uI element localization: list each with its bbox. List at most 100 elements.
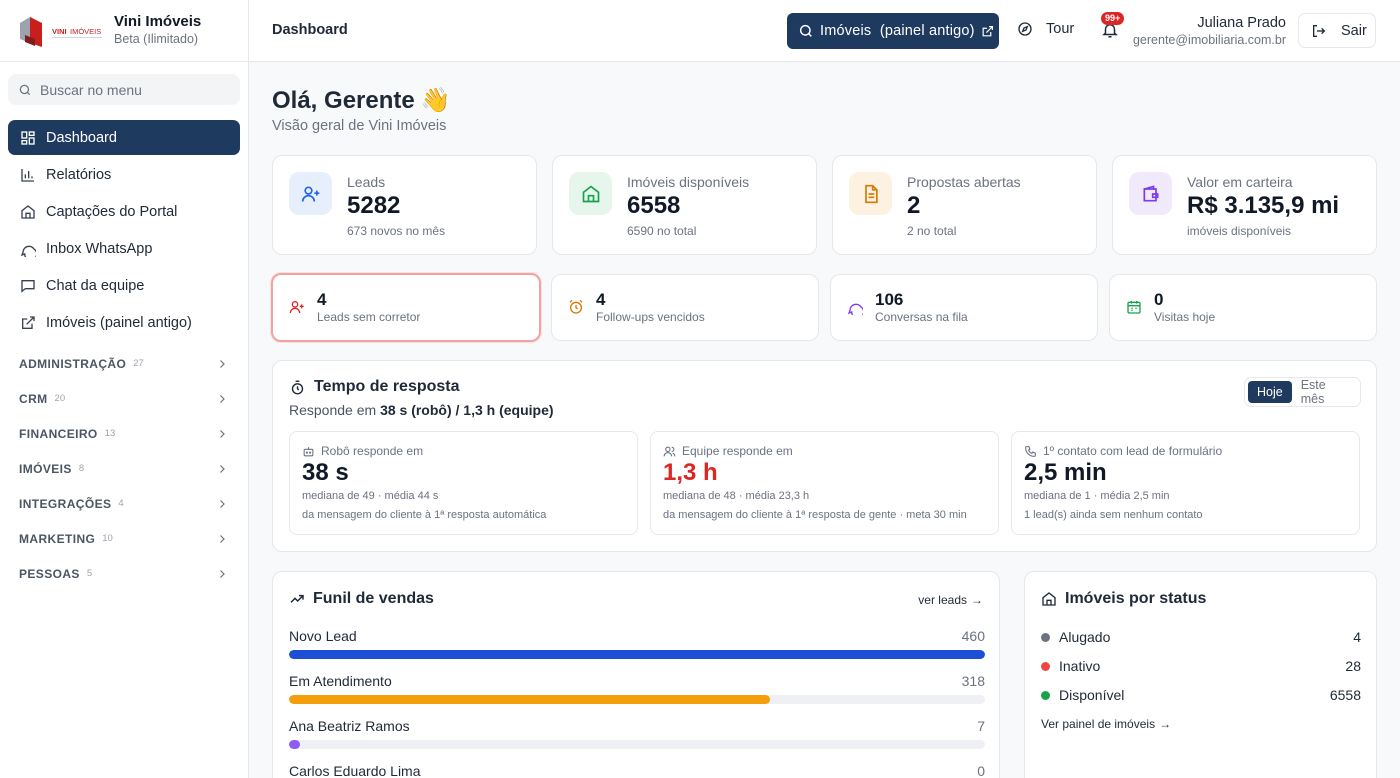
group-count: 4 <box>118 498 124 509</box>
group-count: 8 <box>78 463 85 474</box>
sidebar-item-inbox-whatsapp[interactable]: Inbox WhatsApp <box>8 231 240 266</box>
sidebar-group-financeiro[interactable]: FINANCEIRO 13 <box>8 416 240 451</box>
mini-card-conversas[interactable]: 106 Conversas na fila <box>830 274 1098 341</box>
status-title-text: Imóveis por status <box>1065 590 1207 607</box>
sidebar-item-label: Relatórios <box>46 166 112 183</box>
sidebar-group-integracoes[interactable]: INTEGRAÇÕES 4 <box>8 486 240 521</box>
brand-subtitle: Beta (Ilimitado) <box>114 32 199 46</box>
period-today-button[interactable]: Hoje <box>1248 381 1292 403</box>
group-count: 10 <box>102 533 113 544</box>
group-label: FINANCEIRO <box>19 426 98 441</box>
stat-card-valor[interactable]: Valor em carteira R$ 3.135,9 mi imóveis … <box>1112 155 1377 255</box>
user-info[interactable]: Juliana Prado gerente@imobiliaria.com.br <box>1133 14 1286 49</box>
response-card-line1: mediana de 48 · média 23,3 h <box>663 490 810 502</box>
mini-value: 106 <box>875 290 904 309</box>
stat-sub: imóveis disponíveis <box>1187 224 1292 238</box>
funnel-stage-name: Carlos Eduardo Lima <box>289 763 421 778</box>
logout-icon <box>1313 24 1326 37</box>
response-card-robot: Robô responde em 38 s mediana de 49 · mé… <box>289 431 638 535</box>
stat-card-leads[interactable]: Leads 5282 673 novos no mês <box>272 155 537 255</box>
mini-card-followups[interactable]: 4 Follow-ups vencidos <box>551 274 819 341</box>
brand[interactable]: VINI IMÓVEIS Vini Imóveis Beta (Ilimitad… <box>0 0 248 62</box>
period-month-button[interactable]: Este mês <box>1292 374 1357 410</box>
chevron-right-icon <box>220 464 225 473</box>
response-card-head: Equipe responde em <box>682 444 793 458</box>
home-icon <box>582 184 599 202</box>
response-card-value: 2,5 min <box>1024 459 1107 486</box>
legacy-panel-button[interactable]: Imóveis (painel antigo) <box>787 13 999 49</box>
stat-value: 2 <box>907 192 921 219</box>
sidebar-item-imoveis-antigo[interactable]: Imóveis (painel antigo) <box>8 305 240 340</box>
menu-search-input[interactable]: Buscar no menu <box>8 74 240 105</box>
legacy-panel-label: Imóveis (painel antigo) <box>820 23 975 39</box>
mini-label: Visitas hoje <box>1154 310 1216 324</box>
search-icon <box>799 24 812 37</box>
group-label: MARKETING <box>19 531 96 546</box>
user-plus-icon <box>301 186 319 202</box>
sidebar-group-administracao[interactable]: ADMINISTRAÇÃO 27 <box>8 346 240 381</box>
trending-up-icon <box>290 594 304 603</box>
svg-text:IMÓVEIS: IMÓVEIS <box>70 27 101 36</box>
mini-value: 0 <box>1154 290 1164 309</box>
stat-label: Propostas abertas <box>907 174 1021 190</box>
funnel-stage-name: Em Atendimento <box>289 673 392 689</box>
sidebar-nav: Dashboard Relatórios Captações do Portal… <box>8 120 240 342</box>
dashboard-icon <box>21 130 35 145</box>
group-label: PESSOAS <box>19 566 80 581</box>
greeting-text: Olá, Gerente <box>272 86 415 114</box>
sidebar-item-dashboard[interactable]: Dashboard <box>8 120 240 155</box>
sidebar-group-crm[interactable]: CRM 20 <box>8 381 240 416</box>
response-title-text: Tempo de resposta <box>314 378 460 395</box>
mini-value: 4 <box>317 290 327 309</box>
menu-search-placeholder: Buscar no menu <box>40 81 142 98</box>
arrow-right-icon: → <box>1159 717 1172 731</box>
alarm-clock-icon <box>569 299 583 314</box>
funnel-row: Novo Lead 460 <box>289 628 985 662</box>
compass-icon <box>1018 22 1032 36</box>
property-status-panel: Imóveis por status Alugado 4 Inativo 28 … <box>1024 571 1377 778</box>
tour-button[interactable]: Tour <box>1017 21 1074 37</box>
sidebar-item-label: Captações do Portal <box>46 203 178 220</box>
wallet-icon <box>1143 184 1158 201</box>
svg-text:VINI: VINI <box>52 27 67 36</box>
mini-label: Follow-ups vencidos <box>596 310 705 324</box>
mini-label: Conversas na fila <box>875 310 968 324</box>
group-label: CRM <box>19 391 48 406</box>
funnel-bar-fill <box>289 650 985 659</box>
sidebar-groups: ADMINISTRAÇÃO 27 CRM 20 FINANCEIRO 13 IM… <box>8 346 240 591</box>
logout-button[interactable]: Sair <box>1298 13 1376 48</box>
chevron-right-icon <box>220 569 225 578</box>
mini-card-visitas[interactable]: 0 Visitas hoje <box>1109 274 1377 341</box>
page-title: Dashboard <box>272 22 348 38</box>
search-icon <box>19 84 31 95</box>
arrow-right-icon: → <box>971 593 983 607</box>
mini-label: Leads sem corretor <box>317 310 421 324</box>
sidebar-item-relatorios[interactable]: Relatórios <box>8 157 240 192</box>
sidebar-item-captacoes[interactable]: Captações do Portal <box>8 194 240 229</box>
document-icon <box>864 184 878 203</box>
response-subtitle-bold: 38 s (robô) / 1,3 h (equipe) <box>380 402 554 418</box>
chevron-right-icon <box>220 499 225 508</box>
funnel-row: Ana Beatriz Ramos 7 <box>289 718 985 752</box>
sidebar-item-chat-equipe[interactable]: Chat da equipe <box>8 268 240 303</box>
message-square-icon <box>21 279 35 293</box>
sidebar-group-marketing[interactable]: MARKETING 10 <box>8 521 240 556</box>
status-name: Alugado <box>1059 629 1111 645</box>
users-icon <box>663 446 676 456</box>
stat-card-propostas[interactable]: Propostas abertas 2 2 no total <box>832 155 1097 255</box>
status-title: Imóveis por status <box>1041 590 1206 608</box>
funnel-title: Funil de vendas <box>289 590 434 608</box>
status-row-inativo: Inativo 28 <box>1041 656 1361 676</box>
see-leads-link[interactable]: ver leads → <box>918 593 983 607</box>
stat-value: 5282 <box>347 192 401 219</box>
response-card-line1: mediana de 1 · média 2,5 min <box>1024 490 1170 502</box>
sidebar-group-pessoas[interactable]: PESSOAS 5 <box>8 556 240 591</box>
see-properties-link[interactable]: Ver painel de imóveis → <box>1041 717 1171 731</box>
status-row-alugado: Alugado 4 <box>1041 627 1361 647</box>
mini-card-leads-sem-corretor[interactable]: 4 Leads sem corretor <box>271 273 541 342</box>
sidebar-group-imoveis[interactable]: IMÓVEIS 8 <box>8 451 240 486</box>
stat-card-imoveis[interactable]: Imóveis disponíveis 6558 6590 no total <box>552 155 817 255</box>
stat-sub: 673 novos no mês <box>347 224 446 238</box>
group-count: 5 <box>86 568 93 579</box>
response-card-line2: da mensagem do cliente à 1ª resposta de … <box>663 509 967 521</box>
